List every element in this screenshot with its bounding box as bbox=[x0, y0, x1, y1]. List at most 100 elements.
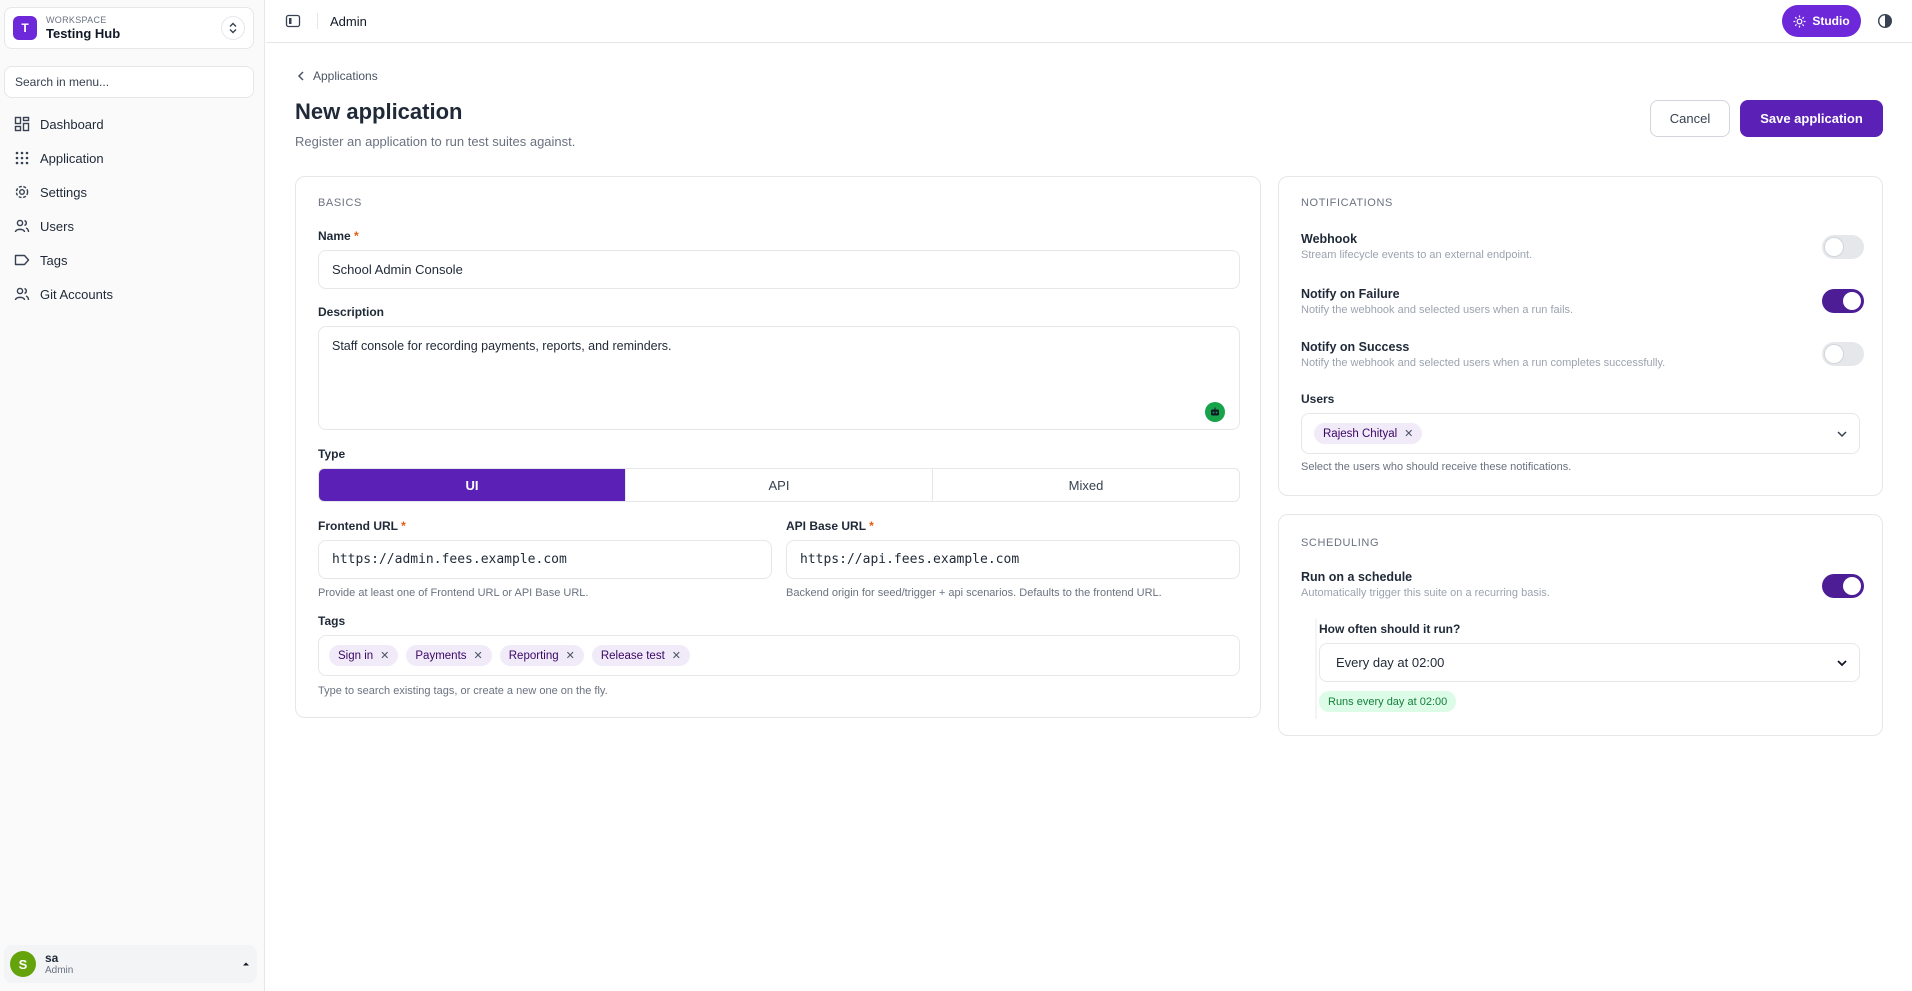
sidebar-item-dashboard[interactable]: Dashboard bbox=[4, 107, 254, 141]
sidebar-item-tags[interactable]: Tags bbox=[4, 243, 254, 277]
run-schedule-toggle[interactable] bbox=[1822, 574, 1864, 598]
tag-icon bbox=[14, 254, 30, 266]
description-label: Description bbox=[318, 305, 385, 319]
toggle-knob bbox=[1843, 577, 1861, 595]
users-label: Users bbox=[1301, 392, 1335, 406]
scheduling-card: SCHEDULING Run on a schedule Automatical… bbox=[1278, 514, 1883, 736]
type-segmented-control: UI API Mixed bbox=[318, 468, 1240, 502]
frequency-select[interactable]: Every day at 02:00 bbox=[1319, 643, 1860, 682]
remove-tag-icon[interactable]: ✕ bbox=[672, 649, 681, 662]
sidebar-item-label: Application bbox=[40, 150, 104, 166]
notify-success-toggle[interactable] bbox=[1822, 342, 1864, 366]
tag-chip: Release test ✕ bbox=[591, 645, 690, 666]
workspace-caption: WORKSPACE bbox=[46, 15, 107, 25]
users-icon bbox=[14, 219, 30, 233]
workspace-switcher[interactable]: T WORKSPACE Testing Hub bbox=[4, 7, 254, 49]
frontend-url-label: Frontend URL * bbox=[318, 519, 406, 533]
frontend-url-value: https://admin.fees.example.com bbox=[332, 552, 567, 567]
chevron-left-icon bbox=[297, 71, 304, 81]
back-link[interactable]: Applications bbox=[297, 69, 378, 83]
users-help: Select the users who should receive thes… bbox=[1301, 461, 1572, 473]
remove-tag-icon[interactable]: ✕ bbox=[380, 649, 389, 662]
frequency-indent-rule bbox=[1315, 619, 1317, 719]
studio-button[interactable]: Studio bbox=[1782, 5, 1861, 37]
workspace-logo: T bbox=[13, 16, 37, 40]
remove-tag-icon[interactable]: ✕ bbox=[566, 649, 575, 662]
notify-success-description: Notify the webhook and selected users wh… bbox=[1301, 357, 1666, 369]
tag-chip-label: Reporting bbox=[508, 649, 559, 662]
frequency-value: Every day at 02:00 bbox=[1336, 655, 1445, 670]
description-value: Staff console for recording payments, re… bbox=[332, 339, 672, 353]
sidebar-toggle-button[interactable] bbox=[281, 9, 305, 33]
page-title: New application bbox=[295, 99, 463, 124]
sidebar-item-label: Dashboard bbox=[40, 116, 104, 132]
avatar: S bbox=[10, 951, 36, 977]
basics-section-title: BASICS bbox=[318, 197, 362, 209]
name-label: Name * bbox=[318, 229, 359, 243]
dashboard-icon bbox=[14, 116, 30, 132]
tags-input[interactable]: Sign in ✕ Payments ✕ Reporting ✕ Release te… bbox=[318, 635, 1240, 676]
frontend-url-label-text: Frontend URL bbox=[318, 519, 398, 533]
notify-failure-description: Notify the webhook and selected users wh… bbox=[1301, 304, 1574, 316]
sun-icon bbox=[1793, 14, 1806, 28]
description-textarea[interactable]: Staff console for recording payments, re… bbox=[318, 326, 1240, 430]
remove-tag-icon[interactable]: ✕ bbox=[474, 649, 483, 662]
type-option-ui[interactable]: UI bbox=[319, 469, 626, 501]
sidebar-item-settings[interactable]: Settings bbox=[4, 175, 254, 209]
grid-icon bbox=[15, 151, 29, 165]
sidebar-item-git-accounts[interactable]: Git Accounts bbox=[4, 277, 254, 311]
panel-left-icon bbox=[285, 14, 301, 28]
sidebar-item-users[interactable]: Users bbox=[4, 209, 254, 243]
remove-user-icon[interactable]: ✕ bbox=[1404, 427, 1413, 440]
studio-label: Studio bbox=[1812, 14, 1850, 28]
name-label-text: Name bbox=[318, 229, 351, 243]
schedule-summary-badge: Runs every day at 02:00 bbox=[1319, 691, 1457, 712]
api-base-url-input[interactable]: https://api.fees.example.com bbox=[786, 540, 1240, 579]
required-marker: * bbox=[354, 229, 359, 243]
notify-failure-toggle[interactable] bbox=[1822, 289, 1864, 313]
chevron-down-icon bbox=[1837, 660, 1847, 667]
user-chip-label: Rajesh Chityal bbox=[1323, 427, 1398, 440]
user-menu[interactable]: S sa Admin bbox=[4, 945, 257, 983]
webhook-title: Webhook bbox=[1301, 232, 1358, 246]
toggle-knob bbox=[1825, 238, 1843, 256]
gear-icon bbox=[15, 185, 29, 199]
frontend-url-input[interactable]: https://admin.fees.example.com bbox=[318, 540, 772, 579]
tag-chip: Sign in ✕ bbox=[329, 645, 399, 666]
webhook-toggle[interactable] bbox=[1822, 235, 1864, 259]
back-link-label: Applications bbox=[313, 69, 378, 83]
sidebar-item-label: Tags bbox=[40, 252, 68, 268]
frontend-url-help: Provide at least one of Frontend URL or … bbox=[318, 587, 589, 599]
chevron-up-down-icon[interactable] bbox=[221, 16, 245, 40]
webhook-description: Stream lifecycle events to an external e… bbox=[1301, 249, 1533, 261]
top-bar: Admin Studio bbox=[266, 0, 1912, 43]
toggle-knob bbox=[1843, 292, 1861, 310]
scheduling-section-title: SCHEDULING bbox=[1301, 537, 1380, 549]
save-application-button[interactable]: Save application bbox=[1740, 100, 1883, 137]
type-option-mixed[interactable]: Mixed bbox=[933, 469, 1239, 501]
name-value: School Admin Console bbox=[332, 262, 463, 277]
sidebar-item-label: Git Accounts bbox=[40, 286, 113, 302]
frequency-label: How often should it run? bbox=[1319, 622, 1461, 636]
divider bbox=[317, 13, 318, 29]
notifications-card: NOTIFICATIONS Webhook Stream lifecycle e… bbox=[1278, 176, 1883, 496]
type-option-api[interactable]: API bbox=[626, 469, 933, 501]
user-name: sa bbox=[45, 950, 59, 965]
notifications-section-title: NOTIFICATIONS bbox=[1301, 197, 1393, 209]
contrast-icon bbox=[1877, 13, 1893, 29]
theme-toggle-button[interactable] bbox=[1875, 11, 1895, 31]
api-base-url-value: https://api.fees.example.com bbox=[800, 552, 1020, 567]
ai-assistant-icon[interactable] bbox=[1205, 402, 1225, 422]
sidebar-search-input[interactable] bbox=[4, 66, 254, 98]
sidebar: T WORKSPACE Testing Hub Dashboard Applic… bbox=[0, 0, 265, 991]
tags-label: Tags bbox=[318, 614, 346, 628]
name-input[interactable]: School Admin Console bbox=[318, 250, 1240, 289]
users-select[interactable]: Rajesh Chityal ✕ bbox=[1301, 413, 1860, 454]
tag-chip: Reporting ✕ bbox=[499, 645, 584, 666]
cancel-button[interactable]: Cancel bbox=[1650, 100, 1730, 137]
sidebar-item-label: Users bbox=[40, 218, 74, 234]
basics-card: BASICS Name * School Admin Console Descr… bbox=[295, 176, 1261, 718]
notify-failure-title: Notify on Failure bbox=[1301, 287, 1400, 301]
sidebar-item-application[interactable]: Application bbox=[4, 141, 254, 175]
tag-chip-label: Payments bbox=[415, 649, 467, 662]
